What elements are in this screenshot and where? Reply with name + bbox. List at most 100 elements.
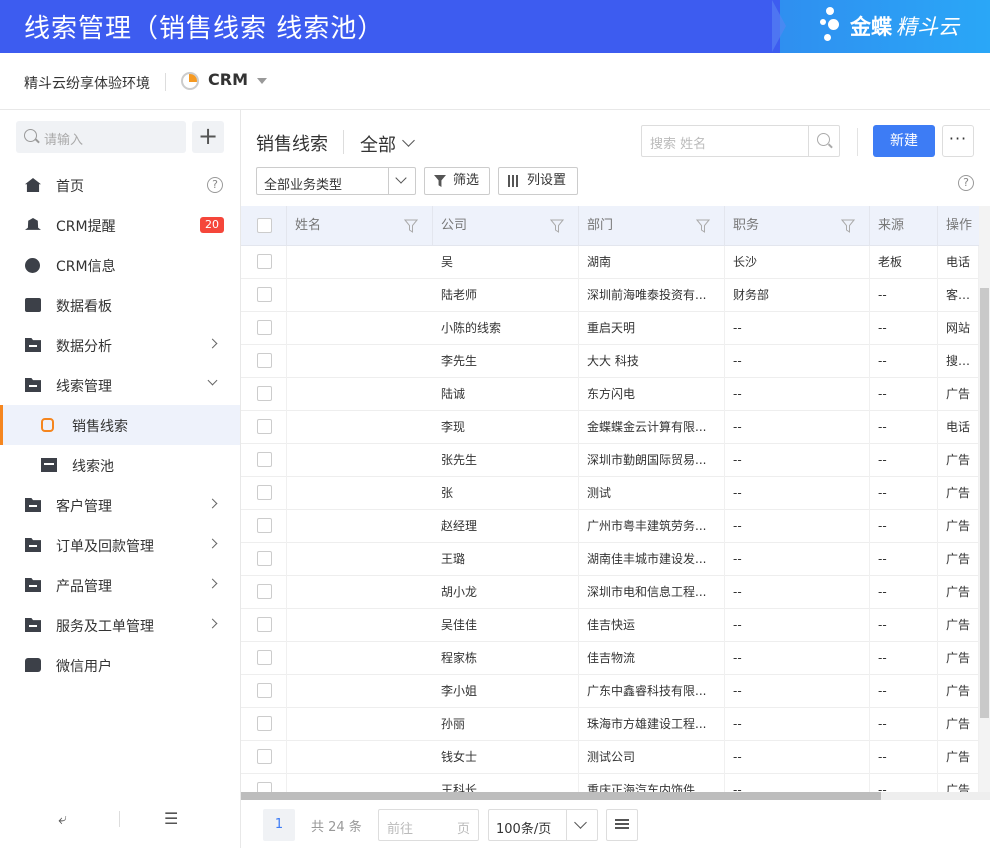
table-row[interactable]: 吴佳佳 佳吉快运 -- -- 广告	[241, 609, 979, 642]
filter-icon[interactable]	[696, 219, 710, 233]
cell-actions[interactable]	[938, 444, 979, 477]
filter-icon[interactable]	[550, 219, 564, 233]
column-settings-button[interactable]: 列设置	[498, 167, 578, 195]
row-checkbox[interactable]	[257, 386, 272, 401]
current-page-button[interactable]: 1	[263, 809, 295, 841]
cell-name[interactable]: 钱女士	[433, 741, 579, 774]
row-checkbox[interactable]	[257, 254, 272, 269]
cell-name[interactable]: 张	[433, 477, 579, 510]
view-selector[interactable]: 全部	[360, 131, 396, 157]
scrollbar-thumb[interactable]	[980, 288, 989, 718]
cell-name[interactable]: 吴	[433, 246, 579, 279]
column-header-position[interactable]: 职务	[725, 206, 870, 246]
cell-actions[interactable]	[938, 543, 979, 576]
cell-actions[interactable]	[938, 477, 979, 510]
scrollbar-thumb[interactable]	[241, 792, 881, 800]
table-row[interactable]: 陆老师深圳前海唯泰投资有...财务部--客户介绍	[241, 279, 979, 312]
app-switcher-label[interactable]: CRM	[208, 70, 248, 89]
cell-actions[interactable]	[938, 279, 979, 312]
row-checkbox[interactable]	[257, 683, 272, 698]
horizontal-scrollbar[interactable]	[241, 792, 990, 800]
cell-name[interactable]: 吴佳佳	[433, 609, 579, 642]
cell-actions[interactable]	[938, 741, 979, 774]
cell-name[interactable]: 王科长	[433, 774, 579, 792]
sidebar-item-service-tickets[interactable]: 服务及工单管理	[0, 605, 240, 645]
table-row[interactable]: 胡小龙 深圳市电和信息工程... -- -- 广告	[241, 576, 979, 609]
select-all-checkbox[interactable]	[257, 218, 272, 233]
sidebar-item-data-analysis[interactable]: 数据分析	[0, 325, 240, 365]
cell-name[interactable]: 陆老师	[433, 279, 579, 312]
row-checkbox[interactable]	[257, 551, 272, 566]
table-row[interactable]: 王科长 重庆正海汽车内饰件... -- -- 广告	[241, 774, 979, 792]
cell-name[interactable]: 赵经理	[433, 510, 579, 543]
sidebar-item-orders-payments[interactable]: 订单及回款管理	[0, 525, 240, 565]
cell-actions[interactable]	[938, 708, 979, 741]
row-checkbox[interactable]	[257, 452, 272, 467]
table-row[interactable]: 王璐 湖南佳丰城市建设发... -- -- 广告	[241, 543, 979, 576]
sidebar-item-crm-info[interactable]: CRM信息	[0, 245, 240, 285]
table-row[interactable]: 赵经理 广州市粤丰建筑劳务... -- -- 广告	[241, 510, 979, 543]
table-row[interactable]: 李小姐 广东中鑫睿科技有限... -- -- 广告	[241, 675, 979, 708]
table-row[interactable]: 张测试 -- -- 广告	[241, 477, 979, 510]
table-row[interactable]: 孙丽 珠海市方雄建设工程... -- -- 广告	[241, 708, 979, 741]
cell-name[interactable]: 李先生	[433, 345, 579, 378]
cell-name[interactable]: 胡小龙	[433, 576, 579, 609]
filter-icon[interactable]	[404, 219, 418, 233]
cell-actions[interactable]	[938, 774, 979, 792]
cell-actions[interactable]	[938, 378, 979, 411]
sidebar-item-lead-management[interactable]: 线索管理	[0, 365, 240, 405]
goto-page-input[interactable]: 前往 页	[378, 809, 479, 841]
sidebar-item-product-management[interactable]: 产品管理	[0, 565, 240, 605]
table-row[interactable]: 钱女士 测试公司 -- -- 广告	[241, 741, 979, 774]
cell-actions[interactable]	[938, 345, 979, 378]
column-header-source[interactable]: 来源	[870, 206, 938, 246]
cell-actions[interactable]	[938, 576, 979, 609]
add-button[interactable]: +	[192, 121, 224, 153]
row-checkbox[interactable]	[257, 419, 272, 434]
name-search-input[interactable]: 搜索 姓名	[641, 125, 840, 157]
filter-button[interactable]: 筛选	[424, 167, 490, 195]
cell-actions[interactable]	[938, 246, 979, 279]
cell-actions[interactable]	[938, 675, 979, 708]
row-checkbox[interactable]	[257, 320, 272, 335]
table-row[interactable]: 小陈的线索 重启天明 -- -- 网站	[241, 312, 979, 345]
sidebar-item-lead-pool[interactable]: 线索池	[0, 445, 240, 485]
row-checkbox[interactable]	[257, 749, 272, 764]
row-checkbox[interactable]	[257, 353, 272, 368]
cell-name[interactable]: 小陈的线索	[433, 312, 579, 345]
cell-actions[interactable]	[938, 609, 979, 642]
row-checkbox[interactable]	[257, 617, 272, 632]
cell-name[interactable]: 孙丽	[433, 708, 579, 741]
page-size-select[interactable]: 100条/页	[488, 809, 598, 841]
cell-name[interactable]: 陆诚	[433, 378, 579, 411]
sidebar-item-home[interactable]: 首页 ?	[0, 165, 240, 205]
table-row[interactable]: 程家栋 佳吉物流 -- -- 广告	[241, 642, 979, 675]
collapse-sidebar-icon[interactable]: ☰	[164, 809, 178, 828]
cell-name[interactable]: 程家栋	[433, 642, 579, 675]
row-checkbox[interactable]	[257, 716, 272, 731]
sidebar-item-customer-management[interactable]: 客户管理	[0, 485, 240, 525]
cell-name[interactable]: 王璐	[433, 543, 579, 576]
table-row[interactable]: 吴湖南 长沙 老板 电话	[241, 246, 979, 279]
sidebar-search-input[interactable]: 请输入	[16, 121, 186, 153]
vertical-scrollbar[interactable]	[979, 206, 990, 792]
column-header-department[interactable]: 部门	[579, 206, 725, 246]
column-header-name[interactable]: 姓名	[287, 206, 433, 246]
list-menu-icon[interactable]	[606, 809, 638, 841]
sidebar-item-dashboard[interactable]: 数据看板	[0, 285, 240, 325]
row-checkbox[interactable]	[257, 782, 272, 792]
table-row[interactable]: 陆诚 东方闪电 -- -- 广告	[241, 378, 979, 411]
help-icon[interactable]: ?	[958, 175, 974, 191]
wrap-text-icon[interactable]: ⤶	[58, 809, 67, 829]
row-checkbox[interactable]	[257, 485, 272, 500]
table-row[interactable]: 李先生大大 科技----搜索引擎	[241, 345, 979, 378]
business-type-select[interactable]: 全部业务类型	[256, 167, 416, 195]
column-header-company[interactable]: 公司	[433, 206, 579, 246]
cell-actions[interactable]	[938, 312, 979, 345]
cell-name[interactable]: 李小姐	[433, 675, 579, 708]
help-icon[interactable]: ?	[207, 177, 223, 193]
row-checkbox[interactable]	[257, 287, 272, 302]
table-row[interactable]: 李现 金蝶蝶金云计算有限... -- -- 电话	[241, 411, 979, 444]
sidebar-item-crm-reminder[interactable]: CRM提醒 20	[0, 205, 240, 245]
sidebar-item-wechat-users[interactable]: 微信用户	[0, 645, 240, 685]
